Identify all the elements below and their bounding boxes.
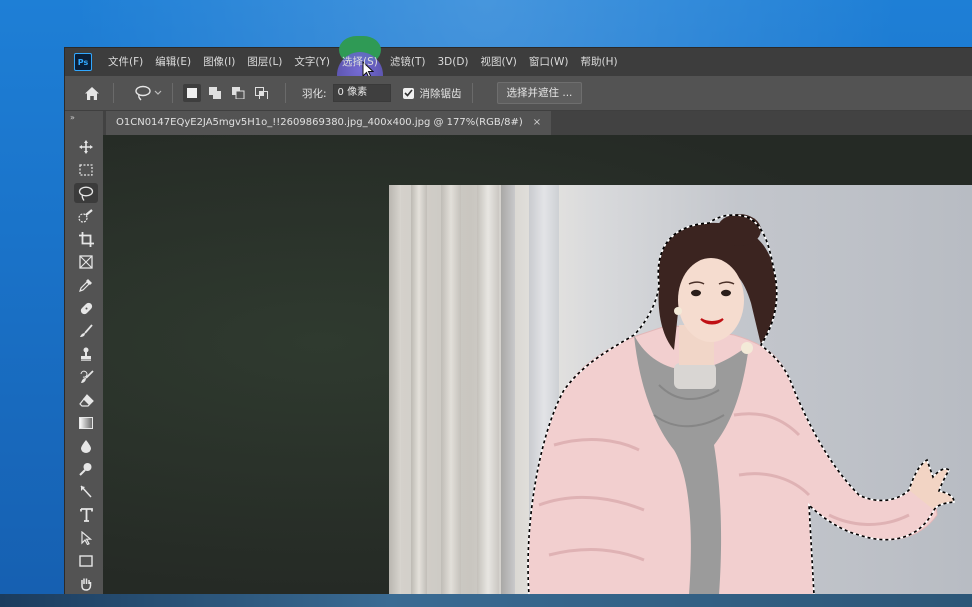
history-brush-icon — [80, 370, 94, 383]
document-image[interactable] — [389, 185, 972, 595]
checkmark-icon — [403, 89, 413, 97]
antialias-label: 消除锯齿 — [419, 87, 462, 100]
subtract-selection-icon — [231, 87, 244, 99]
menu-image[interactable]: 图像(I) — [197, 48, 241, 76]
divider — [285, 83, 286, 103]
eraser-tool[interactable] — [74, 390, 98, 410]
type-tool[interactable] — [74, 505, 98, 525]
pen-tool[interactable] — [74, 482, 98, 502]
move-tool[interactable] — [74, 137, 98, 157]
add-to-selection-button[interactable] — [206, 84, 224, 102]
select-and-mask-button[interactable]: 选择并遮住 ... — [496, 82, 583, 104]
frame-icon — [79, 255, 93, 269]
new-selection-button[interactable] — [183, 84, 201, 102]
person-figure — [527, 214, 955, 595]
menu-bar: Ps 文件(F) 编辑(E) 图像(I) 图层(L) 文字(Y) 选择(S) 滤… — [65, 48, 972, 76]
menu-view[interactable]: 视图(V) — [475, 48, 523, 76]
intersect-selection-button[interactable] — [252, 84, 270, 102]
path-selection-tool[interactable] — [74, 528, 98, 548]
feather-label: 羽化: — [302, 87, 327, 100]
intersect-selection-icon — [254, 87, 268, 99]
menu-layer[interactable]: 图层(L) — [241, 48, 288, 76]
quick-selection-tool[interactable] — [74, 206, 98, 226]
close-tab-icon[interactable]: × — [533, 111, 541, 135]
lasso-preset-icon — [135, 85, 151, 101]
canvas-area[interactable] — [103, 135, 972, 595]
blur-tool[interactable] — [74, 436, 98, 456]
move-icon — [79, 140, 93, 154]
divider — [113, 83, 114, 103]
menu-3d[interactable]: 3D(D) — [431, 48, 474, 76]
hand-icon — [81, 578, 92, 591]
marquee-icon — [79, 164, 93, 176]
home-icon[interactable] — [81, 82, 103, 104]
arrow-pointer-icon — [81, 531, 92, 545]
quick-selection-icon — [78, 209, 93, 223]
document-tab-bar: O1CN0147EQyE2JA5mgv5H1o_!!2609869380.jpg… — [103, 111, 972, 135]
photoshop-window: Ps 文件(F) 编辑(E) 图像(I) 图层(L) 文字(Y) 选择(S) 滤… — [64, 36, 972, 596]
lasso-icon — [78, 186, 94, 201]
lasso-tool[interactable] — [74, 183, 98, 203]
brush-tool[interactable] — [74, 321, 98, 341]
add-selection-icon — [208, 87, 221, 99]
menu-file[interactable]: 文件(F) — [102, 48, 149, 76]
eraser-icon — [78, 393, 94, 407]
feather-input[interactable]: 0 像素 — [332, 84, 391, 102]
taskbar — [0, 594, 972, 607]
crop-tool[interactable] — [74, 229, 98, 249]
divider — [172, 83, 173, 103]
options-bar: 羽化: 0 像素 消除锯齿 选择并遮住 ... — [65, 76, 972, 111]
subtract-from-selection-button[interactable] — [229, 84, 247, 102]
gradient-icon — [79, 417, 93, 429]
brush-icon — [80, 324, 93, 337]
document-tab-title: O1CN0147EQyE2JA5mgv5H1o_!!2609869380.jpg… — [116, 117, 523, 128]
marquee-tool[interactable] — [74, 160, 98, 180]
healing-brush-tool[interactable] — [74, 298, 98, 318]
tool-preset-picker[interactable] — [134, 85, 162, 101]
type-icon — [79, 508, 93, 522]
clone-stamp-tool[interactable] — [74, 344, 98, 364]
pen-icon — [80, 485, 92, 498]
rectangle-tool[interactable] — [74, 551, 98, 571]
tools-panel: » — [65, 111, 103, 595]
menu-type[interactable]: 文字(Y) — [288, 48, 336, 76]
drop-icon — [81, 440, 91, 453]
ps-logo-icon: Ps — [74, 53, 92, 71]
eyedropper-icon — [79, 279, 92, 292]
dodge-tool[interactable] — [74, 459, 98, 479]
antialias-checkbox[interactable] — [402, 87, 414, 99]
document-tab[interactable]: O1CN0147EQyE2JA5mgv5H1o_!!2609869380.jpg… — [106, 111, 552, 135]
chevron-down-icon — [154, 90, 162, 95]
menu-filter[interactable]: 滤镜(T) — [384, 48, 432, 76]
hand-tool[interactable] — [74, 574, 98, 594]
menu-help[interactable]: 帮助(H) — [575, 48, 624, 76]
menu-select[interactable]: 选择(S) — [336, 48, 384, 76]
divider — [471, 83, 473, 103]
dodge-icon — [79, 463, 92, 476]
collapse-panel-icon[interactable]: » — [70, 113, 75, 122]
menu-window[interactable]: 窗口(W) — [523, 48, 575, 76]
rectangle-icon — [79, 555, 93, 567]
menu-edit[interactable]: 编辑(E) — [149, 48, 197, 76]
crop-icon — [78, 231, 94, 247]
new-selection-icon — [187, 88, 197, 98]
eyedropper-tool[interactable] — [74, 275, 98, 295]
gradient-tool[interactable] — [74, 413, 98, 433]
bandage-icon — [80, 302, 92, 314]
frame-tool[interactable] — [74, 252, 98, 272]
history-brush-tool[interactable] — [74, 367, 98, 387]
stamp-icon — [81, 347, 91, 361]
